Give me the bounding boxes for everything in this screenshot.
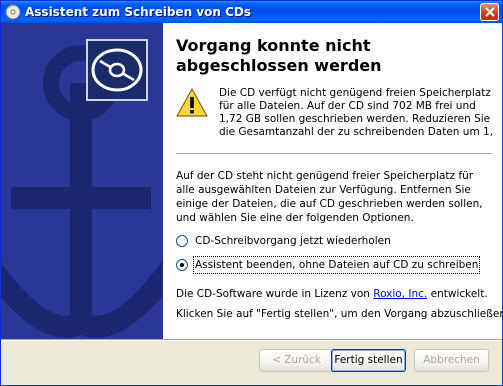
title-bar[interactable]: Assistent zum Schreiben von CDs [1, 1, 502, 23]
page-title: Vorgang konnte nicht abgeschlossen werde… [176, 36, 382, 75]
wizard-content: Vorgang konnte nicht abgeschlossen werde… [163, 23, 502, 339]
close-icon [485, 7, 495, 17]
cancel-button[interactable]: Abbrechen [414, 349, 489, 372]
footer-divider [1, 339, 502, 341]
option-exit-label[interactable]: Assistent beenden, ohne Dateien auf CD z… [192, 256, 481, 274]
radio-retry[interactable] [176, 235, 188, 247]
license-suffix: entwickelt. [427, 288, 488, 300]
warning-icon [176, 88, 208, 117]
roxio-link[interactable]: Roxio, Inc. [373, 288, 427, 300]
close-button[interactable] [480, 3, 499, 21]
back-button[interactable]: < Zurück [259, 349, 334, 372]
option-retry-write[interactable]: CD-Schreibvorgang jetzt wiederholen [176, 233, 496, 249]
cd-icon [86, 39, 148, 101]
divider [176, 153, 492, 154]
cd-burn-icon [5, 4, 21, 20]
cd-writing-wizard-window: Assistent zum Schreiben von CDs Vorgang … [0, 0, 503, 386]
radio-exit[interactable] [176, 259, 188, 271]
license-notice: Die CD-Software wurde in Lizenz von Roxi… [176, 287, 496, 301]
license-prefix: Die CD-Software wurde in Lizenz von [176, 288, 374, 300]
info-message: Auf der CD steht nicht genügend freier S… [176, 170, 483, 224]
warning-message: Die CD verfügt nicht genügend freien Spe… [219, 87, 494, 138]
finish-hint: Klicken Sie auf "Fertig stellen", um den… [176, 308, 503, 320]
option-retry-label[interactable]: CD-Schreibvorgang jetzt wiederholen [194, 233, 392, 249]
option-exit-wizard[interactable]: Assistent beenden, ohne Dateien auf CD z… [176, 256, 496, 274]
wizard-banner [1, 23, 163, 339]
window-title: Assistent zum Schreiben von CDs [25, 5, 251, 19]
finish-button[interactable]: Fertig stellen [331, 349, 406, 372]
